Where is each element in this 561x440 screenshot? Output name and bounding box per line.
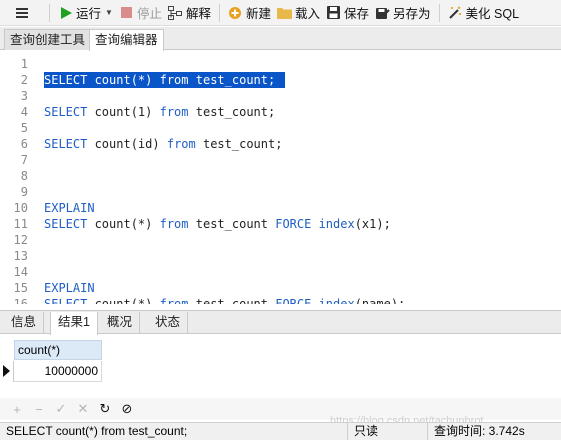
hamburger-icon bbox=[16, 7, 28, 18]
code-text: EXPLAIN bbox=[44, 201, 95, 215]
line-number: 1 bbox=[20, 57, 28, 71]
stop-loading-button[interactable]: ⊘ bbox=[116, 399, 138, 419]
run-label: 运行 bbox=[76, 7, 102, 21]
code-text: SELECT count(1) from test_count; bbox=[44, 105, 276, 119]
refresh-button[interactable]: ↻ bbox=[94, 399, 116, 419]
new-label: 新建 bbox=[245, 7, 271, 21]
stop-icon bbox=[119, 5, 134, 20]
beautify-sql-button[interactable]: 美化 SQL bbox=[445, 2, 523, 24]
table-row[interactable]: 10000000 bbox=[0, 361, 102, 382]
tab-result-1[interactable]: 结果1 bbox=[50, 312, 98, 335]
beautify-label: 美化 SQL bbox=[465, 7, 520, 21]
tab-query-editor[interactable]: 查询编辑器 bbox=[89, 29, 164, 51]
status-bar: SELECT count(*) from test_count; 只读 查询时间… bbox=[0, 422, 561, 440]
magic-wand-icon bbox=[448, 5, 463, 20]
line-number: 5 bbox=[20, 121, 28, 135]
play-icon bbox=[58, 5, 73, 20]
code-text: SELECT count(*) from test_count FORCE in… bbox=[44, 217, 391, 231]
save-button[interactable]: 保存 bbox=[323, 2, 372, 24]
line-number: 7 bbox=[20, 153, 28, 167]
save-label: 保存 bbox=[344, 7, 370, 21]
code-text: EXPLAIN bbox=[44, 281, 95, 295]
code-text: SELECT count(*) from test_count FORCE in… bbox=[44, 297, 406, 304]
line-number: 11 bbox=[13, 217, 28, 231]
toolbar-divider bbox=[438, 3, 440, 22]
result-tab-bar: 信息 结果1 概况 状态 bbox=[0, 310, 561, 335]
run-button[interactable]: 运行 ▼ bbox=[55, 2, 116, 24]
code-text: SELECT count(id) from test_count; bbox=[44, 137, 283, 151]
code-text: SELECT count(*) from test_count; bbox=[44, 72, 286, 88]
save-as-label: 另存为 bbox=[393, 7, 431, 21]
toolbar-divider bbox=[49, 3, 50, 22]
line-number: 2 bbox=[20, 73, 28, 87]
result-cell[interactable]: 10000000 bbox=[14, 361, 102, 382]
apply-changes-button[interactable]: ✓ bbox=[50, 399, 72, 419]
line-number: 3 bbox=[20, 89, 28, 103]
stop-button[interactable]: 停止 bbox=[116, 2, 165, 24]
line-number: 9 bbox=[20, 185, 28, 199]
stop-label: 停止 bbox=[136, 7, 162, 21]
column-header-count[interactable]: count(*) bbox=[14, 340, 102, 360]
editor-tab-bar: 查询创建工具 查询编辑器 bbox=[0, 27, 561, 51]
folder-icon bbox=[276, 5, 292, 20]
explain-label: 解释 bbox=[185, 7, 211, 21]
save-as-button[interactable]: 另存为 bbox=[372, 2, 434, 24]
line-number: 10 bbox=[13, 201, 28, 215]
line-number: 8 bbox=[20, 169, 28, 183]
tab-message[interactable]: 信息 bbox=[4, 312, 45, 334]
line-number: 4 bbox=[20, 105, 28, 119]
save-as-icon bbox=[375, 5, 390, 20]
run-dropdown-icon[interactable]: ▼ bbox=[105, 8, 113, 17]
toolbar-divider bbox=[218, 3, 220, 22]
line-number: 13 bbox=[13, 249, 28, 263]
sql-editor[interactable]: 1 2 SELECT count(*) from test_count; 3 4 SELE… bbox=[0, 51, 561, 304]
add-row-button[interactable]: + bbox=[6, 399, 28, 419]
explain-icon bbox=[168, 5, 183, 20]
line-number: 16 bbox=[13, 297, 28, 304]
load-button[interactable]: 载入 bbox=[274, 2, 323, 24]
explain-button[interactable]: 解释 bbox=[165, 2, 214, 24]
status-sql: SELECT count(*) from test_count; bbox=[6, 424, 188, 438]
tab-query-builder[interactable]: 查询创建工具 bbox=[4, 29, 92, 50]
new-icon bbox=[228, 5, 243, 20]
status-mode: 只读 bbox=[347, 423, 427, 440]
grid-toolbar: + − ✓ ✕ ↻ ⊘ bbox=[0, 398, 561, 420]
discard-changes-button[interactable]: ✕ bbox=[72, 399, 94, 419]
result-grid: count(*) 10000000 bbox=[0, 335, 561, 397]
line-number: 12 bbox=[13, 233, 28, 247]
new-query-button[interactable]: 新建 bbox=[225, 2, 274, 24]
current-row-arrow-icon bbox=[3, 365, 10, 377]
main-toolbar: 运行 ▼ 停止 解释 新建 载入 保存 另存为 美化 SQL bbox=[0, 0, 561, 26]
line-number: 15 bbox=[13, 281, 28, 295]
menu-button[interactable] bbox=[0, 0, 44, 25]
load-label: 载入 bbox=[294, 7, 320, 21]
tab-status[interactable]: 状态 bbox=[148, 312, 189, 334]
delete-row-button[interactable]: − bbox=[28, 399, 50, 419]
status-query-time: 查询时间: 3.742s bbox=[427, 423, 561, 440]
line-number: 14 bbox=[13, 265, 28, 279]
line-number: 6 bbox=[20, 137, 28, 151]
tab-profile[interactable]: 概况 bbox=[100, 312, 141, 334]
save-icon bbox=[326, 5, 341, 20]
